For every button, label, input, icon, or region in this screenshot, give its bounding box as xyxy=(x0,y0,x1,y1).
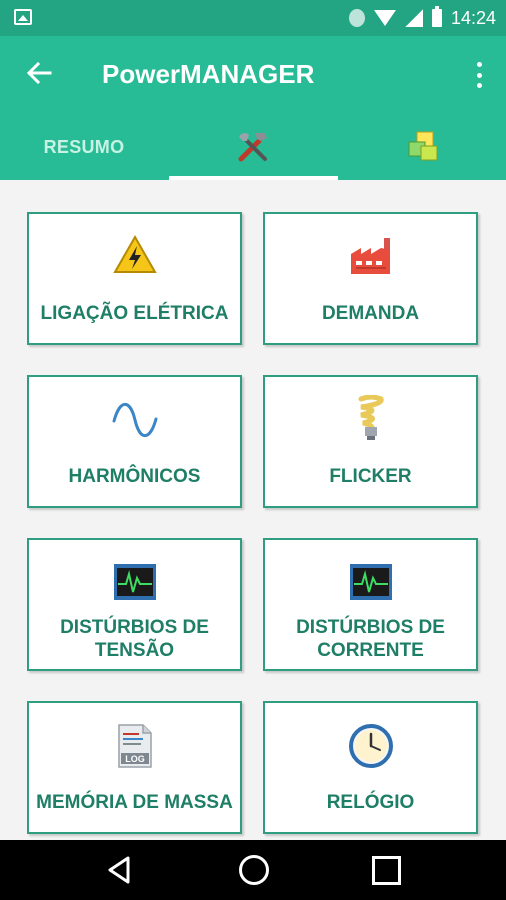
menu-card-memoria-massa[interactable]: LOG MEMÓRIA DE MASSA xyxy=(27,701,242,834)
menu-card-relogio[interactable]: RELÓGIO xyxy=(263,701,478,834)
app-title: PowerMANAGER xyxy=(102,59,315,89)
nav-home-icon[interactable] xyxy=(239,855,269,885)
image-notification-icon xyxy=(14,9,32,25)
menu-card-disturbios-corrente[interactable]: DISTÚRBIOS DE CORRENTE xyxy=(263,538,478,671)
menu-card-ligacao-eletrica[interactable]: LIGAÇÃO ELÉTRICA xyxy=(27,212,242,345)
battery-icon xyxy=(431,6,442,27)
menu-card-disturbios-tensao[interactable]: DISTÚRBIOS DE TENSÃO xyxy=(27,538,242,671)
signal-icon xyxy=(404,9,423,27)
light-bulb-icon xyxy=(358,395,384,440)
menu-card-label: DEMANDA xyxy=(321,303,420,324)
status-bar: 14:24 xyxy=(0,0,506,36)
tab-bar: RESUMO xyxy=(0,114,506,180)
overflow-menu-icon[interactable] xyxy=(476,62,482,88)
menu-card-label: DISTÚRBIOS DE CORRENTE xyxy=(296,617,445,661)
menu-card-demanda[interactable]: DEMANDA xyxy=(263,212,478,345)
sine-wave-icon xyxy=(112,402,157,438)
menu-card-harmonicos[interactable]: HARMÔNICOS xyxy=(27,375,242,508)
menu-card-label: FLICKER xyxy=(329,466,412,487)
tab-modules[interactable] xyxy=(338,114,506,180)
nav-back-icon[interactable] xyxy=(104,855,134,885)
app-bar: PowerMANAGER xyxy=(0,36,506,114)
menu-card-label: MEMÓRIA DE MASSA xyxy=(36,792,233,813)
status-clock: 14:24 xyxy=(450,7,496,28)
tab-resumo-label: RESUMO xyxy=(43,136,125,157)
cubes-icon xyxy=(408,131,438,161)
menu-card-flicker[interactable]: FLICKER xyxy=(263,375,478,508)
monitor-waveform-icon xyxy=(113,564,156,600)
svg-text:LOG: LOG xyxy=(125,754,145,764)
bluetooth-icon xyxy=(348,9,365,27)
clock-icon xyxy=(348,724,393,768)
log-file-icon: LOG xyxy=(117,724,152,768)
tools-icon xyxy=(238,133,267,162)
tab-tools[interactable] xyxy=(169,114,337,180)
menu-card-label: LIGAÇÃO ELÉTRICA xyxy=(40,303,229,324)
tab-resumo[interactable]: RESUMO xyxy=(0,114,168,180)
factory-icon xyxy=(350,238,390,274)
menu-grid: LIGAÇÃO ELÉTRICA DEMANDA HARMÔNICOS FLIC… xyxy=(0,180,506,840)
menu-card-label: HARMÔNICOS xyxy=(68,466,201,487)
menu-card-label: RELÓGIO xyxy=(326,792,415,813)
nav-recents-icon[interactable] xyxy=(372,856,401,885)
back-arrow-icon[interactable] xyxy=(24,58,54,88)
wifi-icon xyxy=(373,10,396,26)
android-nav-bar xyxy=(0,840,506,900)
warning-electric-icon xyxy=(112,234,157,273)
monitor-waveform-icon xyxy=(349,564,392,600)
menu-card-label: DISTÚRBIOS DE TENSÃO xyxy=(60,617,209,661)
